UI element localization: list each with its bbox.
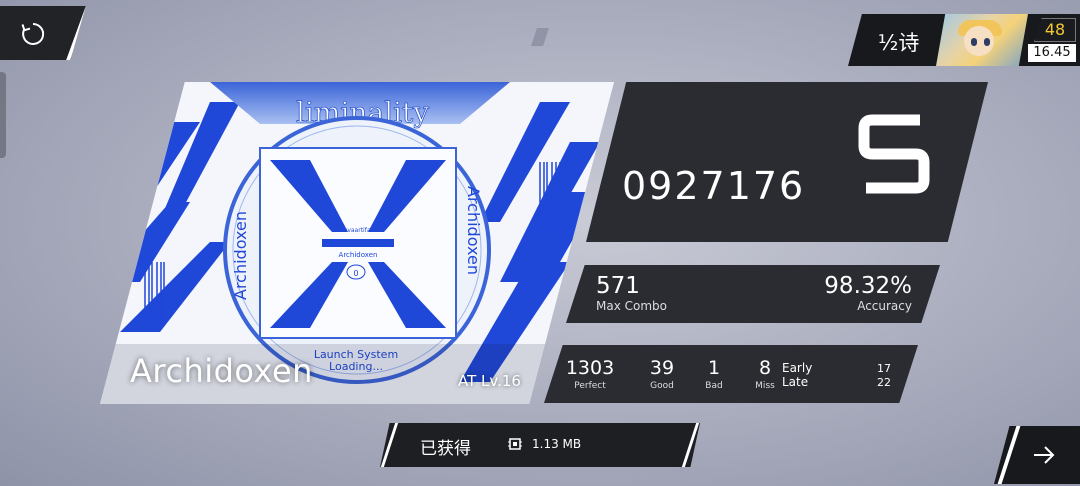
late-label: Late — [782, 375, 809, 389]
max-combo-label: Max Combo — [596, 299, 667, 313]
art-center-small: novaartifact — [340, 227, 377, 234]
early-count: 17 — [877, 362, 891, 375]
grade-text: S — [894, 161, 895, 163]
art-center-title: Archidoxen — [339, 251, 378, 259]
player-panel[interactable]: ½诗 48 16.45 — [848, 14, 1080, 66]
score-value: 0927176 — [622, 164, 806, 208]
late-count: 22 — [877, 376, 891, 389]
art-side-left: Archidoxen — [231, 211, 250, 300]
art-side-right: Archidoxen — [464, 186, 483, 275]
player-name: ½诗 — [878, 31, 920, 55]
player-level-badge: 48 — [1034, 18, 1076, 42]
judgement-panel: 1303 Perfect 39 Good 1 Bad 8 Miss Early … — [544, 345, 918, 403]
song-title: Archidoxen — [130, 352, 313, 390]
score-panel: 0927176 S — [586, 82, 988, 242]
accuracy-label: Accuracy — [857, 299, 912, 313]
button-stripe — [66, 6, 86, 60]
early-label: Early — [782, 361, 813, 375]
perfect-label: Perfect — [574, 381, 606, 391]
good-label: Good — [650, 381, 674, 391]
max-combo-value: 571 — [596, 273, 640, 299]
player-rks: 16.45 — [1028, 44, 1076, 62]
next-button[interactable] — [994, 426, 1080, 484]
combo-accuracy-panel: 571 Max Combo 98.32% Accuracy — [566, 265, 940, 323]
restart-icon — [21, 22, 45, 45]
reward-label: 已获得 — [420, 439, 471, 459]
restart-button[interactable] — [0, 6, 86, 60]
accuracy-value: 98.32% — [824, 273, 912, 299]
song-jacket: liminality Archidoxen Archidoxen novaart… — [100, 82, 614, 404]
reward-size: 1.13 MB — [532, 437, 582, 451]
art-center-mark: 0 — [353, 269, 358, 278]
data-chip-icon — [508, 438, 522, 450]
grade-badge: S — [858, 114, 930, 194]
avatar — [936, 14, 1028, 66]
perfect-count: 1303 — [565, 357, 615, 379]
button-stripe — [997, 426, 1021, 484]
song-difficulty: AT Lv.16 — [458, 372, 521, 390]
decor-shape — [531, 28, 549, 46]
arrow-right-icon — [1034, 446, 1055, 464]
edge-handle[interactable] — [0, 72, 6, 158]
reward-bar: 已获得 1.13 MB — [380, 423, 700, 467]
good-count: 39 — [649, 357, 675, 379]
